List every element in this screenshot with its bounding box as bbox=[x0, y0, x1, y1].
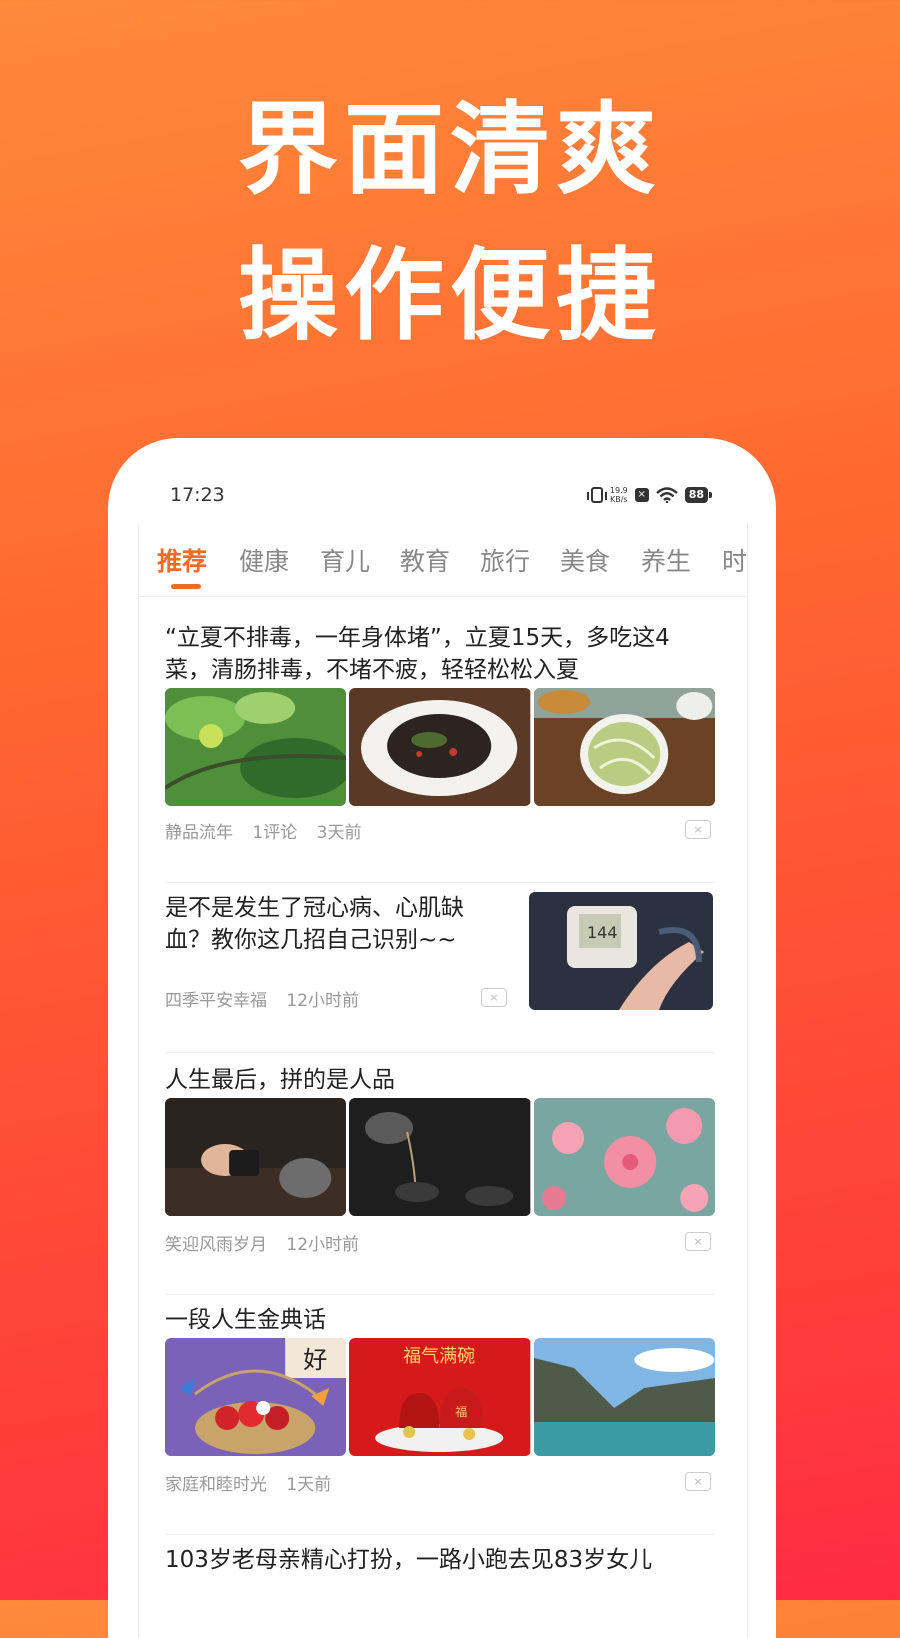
article-time: 1天前 bbox=[286, 1475, 332, 1495]
article-author: 笑迎风雨岁月 bbox=[165, 1235, 267, 1255]
tab-food[interactable]: 美食 bbox=[560, 542, 610, 578]
tab-health[interactable]: 健康 bbox=[239, 542, 289, 578]
divider bbox=[165, 1052, 715, 1053]
image-text-good: 好 bbox=[303, 1346, 327, 1374]
dismiss-button[interactable]: × bbox=[685, 1232, 711, 1251]
status-time: 17:23 bbox=[170, 484, 225, 506]
article-image-sprouts[interactable] bbox=[533, 688, 715, 806]
tab-wellness[interactable]: 养生 bbox=[641, 542, 691, 578]
article-image-blossom[interactable] bbox=[533, 1098, 715, 1216]
article-title[interactable]: “立夏不排毒，一年身体堵”，立夏15天，多吃这4菜，清肠排毒，不堵不疲，轻轻松松… bbox=[165, 622, 705, 686]
article-meta: 家庭和睦时光 1天前 bbox=[165, 1470, 345, 1495]
article-card-5[interactable]: 103岁老母亲精心打扮，一路小跑去见83岁女儿 bbox=[165, 1544, 715, 1604]
bp-reading: 144 bbox=[587, 923, 618, 942]
article-title[interactable]: 是不是发生了冠心病、心肌缺血？教你这几招自己识别~~ bbox=[165, 892, 505, 956]
news-feed: 推荐 健康 育儿 教育 旅行 美食 养生 时 “立夏不排毒，一年身体堵”，立夏1… bbox=[138, 524, 748, 1638]
article-author: 四季平安幸福 bbox=[165, 991, 267, 1011]
article-image-mountains[interactable] bbox=[533, 1338, 715, 1456]
phone-mockup: 17:23 19.9 KB/s × 88 推荐 健康 育儿 教育 旅行 美食 养… bbox=[108, 438, 776, 1638]
article-image-fortune[interactable]: 福气满碗 福 bbox=[349, 1338, 531, 1456]
tab-travel[interactable]: 旅行 bbox=[480, 542, 530, 578]
article-images bbox=[165, 1098, 715, 1216]
dismiss-button[interactable]: × bbox=[685, 820, 711, 839]
promo-headline-1: 界面清爽 bbox=[238, 91, 662, 208]
article-time: 3天前 bbox=[316, 823, 362, 843]
battery-icon: 88 bbox=[684, 487, 713, 503]
article-image-tea-cup[interactable] bbox=[165, 1098, 347, 1216]
no-sim-icon: × bbox=[634, 488, 649, 502]
category-tabs: 推荐 健康 育儿 教育 旅行 美食 养生 时 bbox=[139, 524, 747, 597]
status-bar: 17:23 19.9 KB/s × 88 bbox=[108, 438, 776, 528]
article-title[interactable]: 一段人生金典话 bbox=[165, 1304, 715, 1336]
article-images bbox=[165, 688, 715, 806]
article-meta: 静品流年 1评论 3天前 bbox=[165, 818, 375, 843]
tab-parenting[interactable]: 育儿 bbox=[320, 542, 370, 578]
tab-more[interactable]: 时 bbox=[722, 542, 747, 578]
article-card-2[interactable]: 是不是发生了冠心病、心肌缺血？教你这几招自己识别~~ 四季平安幸福 12小时前 … bbox=[165, 892, 715, 1032]
article-image-tree[interactable] bbox=[165, 688, 347, 806]
dismiss-button[interactable]: × bbox=[481, 988, 507, 1007]
article-time: 12小时前 bbox=[286, 991, 360, 1011]
article-time: 12小时前 bbox=[286, 1235, 360, 1255]
tab-recommend[interactable]: 推荐 bbox=[157, 542, 207, 589]
tab-education[interactable]: 教育 bbox=[400, 542, 450, 578]
divider bbox=[165, 1534, 715, 1535]
status-icons: 19.9 KB/s × 88 bbox=[586, 486, 713, 504]
divider bbox=[165, 882, 715, 883]
article-image-bp-monitor[interactable]: 144 bbox=[529, 892, 713, 1010]
network-speed: 19.9 KB/s bbox=[610, 486, 628, 504]
article-meta: 四季平安幸福 12小时前 bbox=[165, 986, 373, 1011]
article-image-teapot[interactable] bbox=[349, 1098, 531, 1216]
article-image-dish[interactable] bbox=[349, 688, 531, 806]
image-text-bag: 福 bbox=[456, 1404, 468, 1419]
article-card-1[interactable]: “立夏不排毒，一年身体堵”，立夏15天，多吃这4菜，清肠排毒，不堵不疲，轻轻松松… bbox=[165, 622, 715, 843]
dismiss-button[interactable]: × bbox=[685, 1472, 711, 1491]
network-speed-value: 19.9 bbox=[609, 486, 628, 495]
network-speed-unit: KB/s bbox=[609, 495, 628, 504]
image-text-fortune: 福气满碗 bbox=[403, 1346, 475, 1367]
article-title[interactable]: 103岁老母亲精心打扮，一路小跑去见83岁女儿 bbox=[165, 1544, 715, 1576]
article-author: 家庭和睦时光 bbox=[165, 1475, 267, 1495]
divider bbox=[165, 1294, 715, 1295]
promo-headline-2: 操作便捷 bbox=[238, 237, 662, 354]
article-comments: 1评论 bbox=[252, 823, 298, 843]
article-card-4[interactable]: 一段人生金典话 好 福气满碗 福 家庭和睦时光 1天前 × bbox=[165, 1304, 715, 1495]
vibrate-icon bbox=[586, 487, 607, 503]
article-title[interactable]: 人生最后，拼的是人品 bbox=[165, 1064, 715, 1096]
article-card-3[interactable]: 人生最后，拼的是人品 笑迎风雨岁月 12小时前 × bbox=[165, 1064, 715, 1255]
article-author: 静品流年 bbox=[165, 823, 233, 843]
article-meta: 笑迎风雨岁月 12小时前 bbox=[165, 1230, 373, 1255]
article-images: 好 福气满碗 福 bbox=[165, 1338, 715, 1456]
wifi-icon bbox=[655, 487, 678, 503]
article-image-flower-basket[interactable]: 好 bbox=[165, 1338, 347, 1456]
